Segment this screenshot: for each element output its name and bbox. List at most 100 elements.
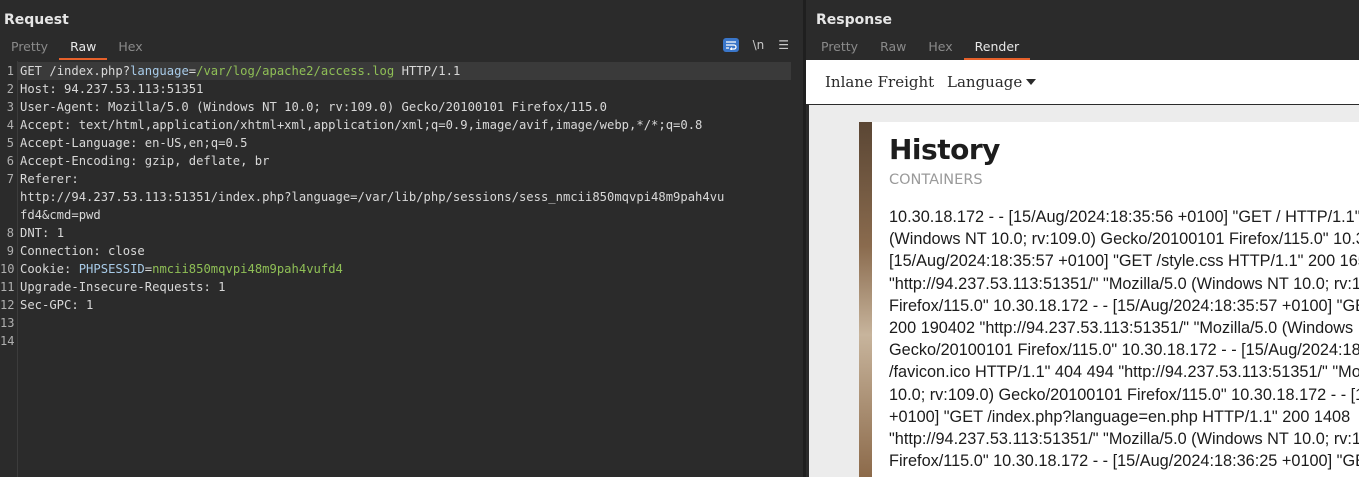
- log-line: Gecko/20100101 Firefox/115.0" 10.30.18.1…: [889, 341, 1359, 360]
- code-line[interactable]: Accept: text/html,application/xhtml+xml,…: [20, 116, 791, 134]
- line-number: 1: [6, 64, 14, 78]
- code-line[interactable]: User-Agent: Mozilla/5.0 (Windows NT 10.0…: [20, 98, 791, 116]
- line-number: 5: [6, 136, 14, 150]
- code-line[interactable]: Referer:: [20, 170, 791, 188]
- line-number: [0, 206, 14, 224]
- line-number: 12: [0, 298, 15, 312]
- code-line[interactable]: Accept-Encoding: gzip, deflate, br: [20, 152, 791, 170]
- code-token: /var/log/apache2/access.log: [196, 64, 395, 78]
- tab-raw[interactable]: Raw: [59, 36, 108, 60]
- line-number: [0, 188, 14, 206]
- code-token: Connection: [20, 244, 94, 258]
- code-token: : en-US,en;q=0.5: [130, 136, 248, 150]
- log-line: "http://94.237.53.113:51351/" "Mozilla/5…: [889, 274, 1359, 293]
- code-token: : 94.237.53.113:51351: [49, 82, 204, 96]
- code-token: http://94.237.53.113:51351/index.php?lan…: [20, 190, 725, 204]
- request-title: Request: [4, 12, 69, 28]
- code-token: Sec-GPC: [20, 298, 72, 312]
- code-token: Cookie: [20, 262, 65, 276]
- line-number: 14: [0, 334, 15, 348]
- code-token: DNT: [20, 226, 43, 240]
- code-line[interactable]: Sec-GPC: 1: [20, 296, 791, 314]
- code-token: : 1: [71, 298, 94, 312]
- line-gutter: 1 2 3 4 5 6 7 8 9 10 11 12 13 14: [0, 61, 18, 477]
- tab-pretty[interactable]: Pretty: [0, 36, 59, 60]
- rendered-navbar: Inlane Freight Language: [806, 60, 1359, 104]
- code-token: Accept-Language: [20, 136, 131, 150]
- rendered-page: History CONTAINERS 10.30.18.172 - - [15/…: [809, 105, 1359, 477]
- tab-render[interactable]: Render: [963, 36, 1031, 60]
- newline-toggle[interactable]: \n: [753, 38, 765, 52]
- line-number: 8: [6, 226, 14, 240]
- line-number: 13: [0, 316, 15, 330]
- code-line[interactable]: [20, 314, 791, 332]
- code-line[interactable]: GET /index.php?language=/var/log/apache2…: [18, 62, 791, 80]
- wrap-lines-icon[interactable]: [722, 38, 739, 52]
- code-token: : close: [93, 244, 145, 258]
- code-line[interactable]: Host: 94.237.53.113:51351: [20, 80, 791, 98]
- line-number: 9: [6, 244, 14, 258]
- code-token: User-Agent: [20, 100, 94, 114]
- editor-toolbar: \n ☰: [722, 38, 789, 52]
- log-line: Firefox/115.0" 10.30.18.172 - - [15/Aug/…: [889, 452, 1359, 471]
- content-card: History CONTAINERS 10.30.18.172 - - [15/…: [872, 122, 1359, 477]
- request-editor[interactable]: 1 2 3 4 5 6 7 8 9 10 11 12 13 14 GET /index.php?langu…: [0, 61, 803, 477]
- tab-hex[interactable]: Hex: [917, 36, 963, 60]
- brand-link[interactable]: Inlane Freight: [825, 73, 934, 91]
- code-token: HTTP/1.1: [394, 64, 461, 78]
- line-number: 2: [6, 82, 14, 96]
- log-line: /favicon.ico HTTP/1.1" 404 494 "http://9…: [889, 363, 1359, 382]
- request-pane: Request Pretty Raw Hex \n ☰ 1 2 3 4 5 6 7 8 9 10 1…: [0, 0, 803, 477]
- page-heading: History: [889, 133, 1000, 166]
- code-token: language: [130, 64, 189, 78]
- code-line[interactable]: DNT: 1: [20, 224, 791, 242]
- code-token: PHPSESSID: [78, 262, 145, 276]
- access-log-output: 10.30.18.172 - - [15/Aug/2024:18:35:56 +…: [889, 206, 1359, 472]
- line-number: 3: [6, 100, 14, 114]
- code-token: Accept-Encoding: [20, 154, 131, 168]
- log-line: Firefox/115.0" 10.30.18.172 - - [15/Aug/…: [889, 296, 1359, 315]
- code-line[interactable]: [20, 332, 791, 350]
- code-token: : 1: [203, 280, 226, 294]
- line-number: 7: [6, 172, 14, 186]
- line-number: 4: [6, 118, 14, 132]
- code-token: :: [71, 172, 79, 186]
- code-line[interactable]: fd4&cmd=pwd: [20, 206, 791, 224]
- code-token: Accept: [20, 118, 65, 132]
- code-token: : gzip, deflate, br: [130, 154, 270, 168]
- code-token: Referer: [20, 172, 72, 186]
- language-label: Language: [947, 73, 1023, 91]
- tab-hex[interactable]: Hex: [107, 36, 153, 60]
- language-dropdown[interactable]: Language: [947, 73, 1037, 91]
- code-line[interactable]: Connection: close: [20, 242, 791, 260]
- code-token: =: [144, 262, 153, 276]
- line-number: 11: [0, 280, 15, 294]
- code-token: /index.php?: [49, 64, 131, 78]
- log-line: (Windows NT 10.0; rv:109.0) Gecko/201001…: [889, 230, 1359, 249]
- response-title: Response: [816, 12, 893, 28]
- response-tabs: Pretty Raw Hex Render: [810, 36, 1030, 60]
- code-token: nmcii850mqvpi48m9pah4vufd4: [152, 262, 343, 276]
- page-subheading: CONTAINERS: [889, 172, 983, 188]
- line-number: 10: [0, 262, 15, 276]
- code-token: : 1: [42, 226, 65, 240]
- code-line[interactable]: Upgrade-Insecure-Requests: 1: [20, 278, 791, 296]
- tab-pretty[interactable]: Pretty: [810, 36, 869, 60]
- code-token: :: [64, 262, 79, 276]
- code-token: Host: [20, 82, 50, 96]
- code-token: GET: [20, 64, 50, 78]
- hamburger-menu-icon[interactable]: ☰: [778, 38, 789, 52]
- code-line[interactable]: Accept-Language: en-US,en;q=0.5: [20, 134, 791, 152]
- log-line: 200 190402 "http://94.237.53.113:51351/"…: [889, 318, 1359, 337]
- code-token: : text/html,application/xhtml+xml,applic…: [64, 118, 703, 132]
- code-token: : Mozilla/5.0 (Windows NT 10.0; rv:109.0…: [93, 100, 607, 114]
- code-line[interactable]: http://94.237.53.113:51351/index.php?lan…: [20, 188, 791, 206]
- request-tabs: Pretty Raw Hex: [0, 36, 154, 60]
- background-image: [859, 122, 873, 477]
- log-line: [15/Aug/2024:18:35:57 +0100] "GET /style…: [889, 252, 1359, 271]
- log-line: 10.0; rv:109.0) Gecko/20100101 Firefox/1…: [889, 385, 1359, 404]
- code-line[interactable]: Cookie: PHPSESSID=nmcii850mqvpi48m9pah4v…: [20, 260, 791, 278]
- code-token: fd4&cmd=pwd: [20, 208, 101, 222]
- log-line: 10.30.18.172 - - [15/Aug/2024:18:35:56 +…: [889, 208, 1359, 226]
- tab-raw[interactable]: Raw: [869, 36, 917, 60]
